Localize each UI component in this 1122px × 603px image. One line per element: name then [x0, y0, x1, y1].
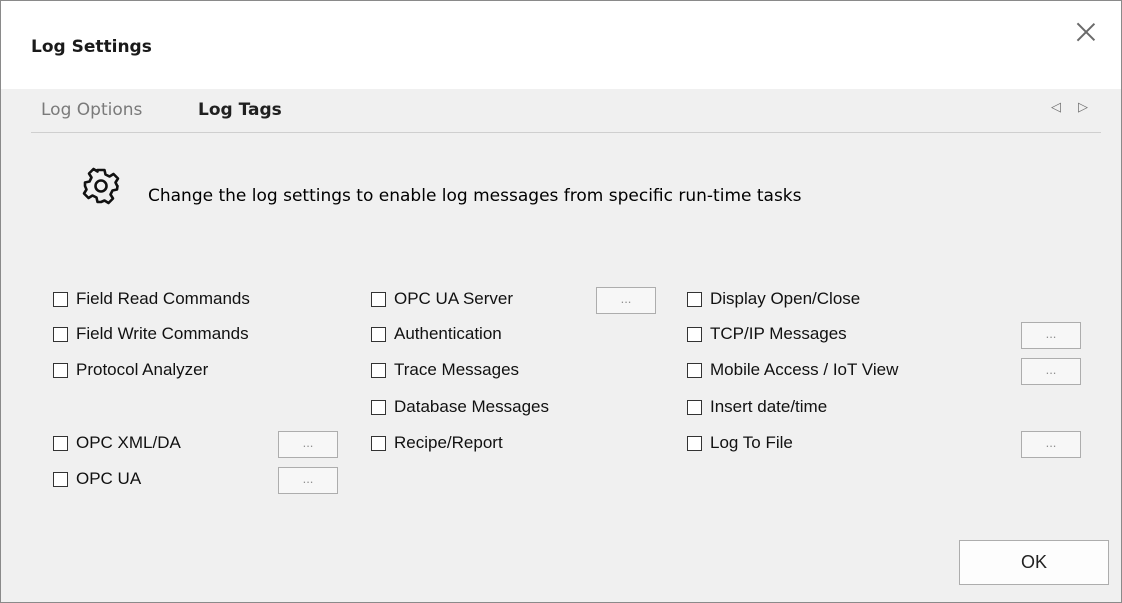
checkbox-box[interactable]: [53, 327, 68, 342]
checkbox-box[interactable]: [371, 436, 386, 451]
checkbox-box[interactable]: [687, 292, 702, 307]
checkbox-label: Display Open/Close: [710, 289, 861, 308]
checkbox-label: Protocol Analyzer: [76, 360, 209, 379]
log-settings-dialog: Log Settings Log Options Log Tags ◁ ▷ Ch…: [0, 0, 1122, 603]
checkbox-box[interactable]: [53, 292, 68, 307]
opc-ua-settings-button[interactable]: ...: [278, 467, 338, 494]
tab-log-options[interactable]: Log Options: [41, 100, 142, 120]
checkbox-label: OPC UA: [76, 469, 142, 488]
checkbox-box[interactable]: [687, 327, 702, 342]
close-icon[interactable]: [1073, 19, 1099, 45]
gear-icon: [82, 167, 120, 205]
checkbox-box[interactable]: [687, 363, 702, 378]
ok-button[interactable]: OK: [959, 540, 1109, 585]
checkbox-label: Field Read Commands: [76, 289, 250, 308]
checkbox-box[interactable]: [53, 363, 68, 378]
checkbox-box[interactable]: [53, 472, 68, 487]
checkbox-box[interactable]: [371, 363, 386, 378]
checkbox-label: Authentication: [394, 324, 502, 343]
header-description: Change the log settings to enable log me…: [148, 186, 802, 206]
log-to-file-settings-button[interactable]: ...: [1021, 431, 1081, 458]
checkbox-label: Recipe/Report: [394, 433, 503, 452]
tab-scroll-right-icon[interactable]: ▷: [1078, 100, 1088, 115]
title-bar: Log Settings: [1, 1, 1121, 89]
tab-bar: Log Options Log Tags ◁ ▷: [31, 90, 1101, 133]
checkbox-label: Field Write Commands: [76, 324, 249, 343]
checkbox-box[interactable]: [371, 400, 386, 415]
checkbox-label: Database Messages: [394, 397, 549, 416]
tab-log-tags[interactable]: Log Tags: [198, 100, 282, 120]
checkbox-box[interactable]: [371, 327, 386, 342]
checkbox-box[interactable]: [371, 292, 386, 307]
checkbox-label: Trace Messages: [394, 360, 520, 379]
checkbox-label: Mobile Access / IoT View: [710, 360, 899, 379]
checkbox-label: OPC UA Server: [394, 289, 514, 308]
checkbox-label: TCP/IP Messages: [710, 324, 847, 343]
checkbox-box[interactable]: [687, 436, 702, 451]
dialog-title: Log Settings: [31, 37, 152, 57]
checkbox-label: Log To File: [710, 433, 793, 452]
checkbox-box[interactable]: [53, 436, 68, 451]
checkbox-label: Insert date/time: [710, 397, 828, 416]
checkbox-label: OPC XML/DA: [76, 433, 181, 452]
tab-scroll-left-icon[interactable]: ◁: [1051, 100, 1061, 115]
opc-ua-server-settings-button[interactable]: ...: [596, 287, 656, 314]
opc-xml-da-settings-button[interactable]: ...: [278, 431, 338, 458]
tcpip-messages-settings-button[interactable]: ...: [1021, 322, 1081, 349]
checkbox-box[interactable]: [687, 400, 702, 415]
mobile-access-settings-button[interactable]: ...: [1021, 358, 1081, 385]
